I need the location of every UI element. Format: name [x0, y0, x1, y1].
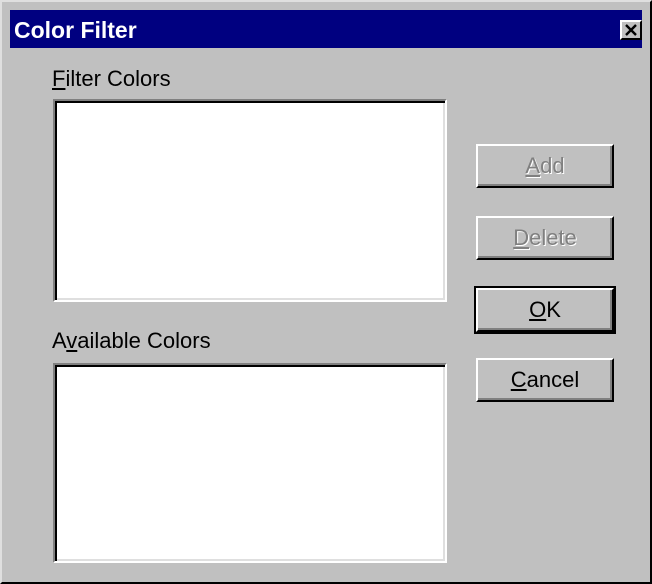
filter-colors-listbox[interactable] [53, 99, 447, 302]
color-filter-dialog: Color Filter Filter Colors Available Col… [0, 0, 652, 584]
delete-button-mnemonic: D [513, 225, 530, 250]
available-colors-listbox[interactable] [53, 363, 447, 563]
available-colors-label-rest: ailable Colors [77, 328, 211, 353]
filter-colors-label: Filter Colors [52, 66, 171, 92]
available-colors-label-mnemonic: v [66, 328, 78, 353]
ok-button-rest: K [546, 297, 561, 322]
cancel-button-rest: ancel [526, 367, 580, 392]
close-button[interactable] [620, 20, 642, 40]
filter-colors-label-rest: ilter Colors [65, 66, 171, 91]
available-colors-label: Available Colors [52, 328, 211, 354]
filter-colors-label-mnemonic: F [52, 66, 66, 91]
available-colors-label-pre: A [52, 328, 67, 353]
add-button-rest: dd [540, 153, 565, 178]
add-button[interactable]: Add [476, 144, 614, 188]
add-button-mnemonic: A [525, 153, 541, 178]
title-bar[interactable]: Color Filter [10, 10, 642, 48]
ok-button[interactable]: OK [474, 286, 616, 334]
ok-button-mnemonic: O [529, 297, 547, 322]
delete-button[interactable]: Delete [476, 216, 614, 260]
cancel-button[interactable]: Cancel [476, 358, 614, 402]
delete-button-rest: elete [529, 225, 577, 250]
window-title: Color Filter [14, 17, 137, 43]
close-icon [625, 24, 637, 36]
cancel-button-mnemonic: C [510, 367, 527, 392]
